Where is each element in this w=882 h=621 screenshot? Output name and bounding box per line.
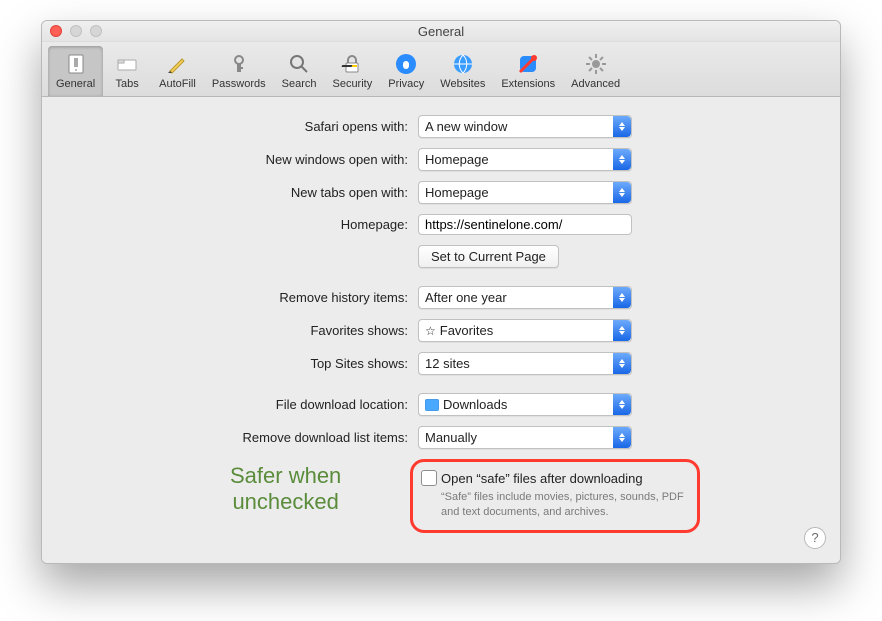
chevrons-icon — [613, 394, 631, 415]
tab-label: Privacy — [388, 78, 424, 90]
tab-label: Security — [332, 78, 372, 90]
privacy-icon — [390, 50, 422, 78]
open-safe-files-label: Open “safe” files after downloading — [441, 471, 643, 486]
preferences-window: General General Tabs AutoFill Passwords — [41, 20, 841, 564]
select-download-location[interactable]: Downloads — [418, 393, 632, 416]
tab-passwords[interactable]: Passwords — [204, 46, 274, 96]
security-icon — [336, 50, 368, 78]
set-current-page-button[interactable]: Set to Current Page — [418, 245, 559, 268]
select-remove-history[interactable]: After one year — [418, 286, 632, 309]
chevrons-icon — [613, 182, 631, 203]
window-title: General — [42, 24, 840, 39]
tab-privacy[interactable]: Privacy — [380, 46, 432, 96]
tab-label: Tabs — [116, 78, 139, 90]
select-safari-opens-with[interactable]: A new window — [418, 115, 632, 138]
annotation-text: Safer when unchecked — [230, 463, 341, 516]
label-new-windows: New windows open with: — [68, 152, 418, 167]
tab-autofill[interactable]: AutoFill — [151, 46, 204, 96]
tab-tabs[interactable]: Tabs — [103, 46, 151, 96]
select-new-tabs[interactable]: Homepage — [418, 181, 632, 204]
titlebar: General — [42, 21, 840, 42]
tab-extensions[interactable]: Extensions — [493, 46, 563, 96]
select-top-sites[interactable]: 12 sites — [418, 352, 632, 375]
general-icon — [60, 50, 92, 78]
label-new-tabs: New tabs open with: — [68, 185, 418, 200]
content-area: Safari opens with: A new window New wind… — [42, 97, 840, 563]
annotation-highlight-box: Open “safe” files after downloading “Saf… — [410, 459, 700, 533]
tab-label: AutoFill — [159, 78, 196, 90]
tab-label: Extensions — [501, 78, 555, 90]
extensions-icon — [512, 50, 544, 78]
select-remove-downloads[interactable]: Manually — [418, 426, 632, 449]
label-download-location: File download location: — [68, 397, 418, 412]
tab-label: General — [56, 78, 95, 90]
websites-icon — [447, 50, 479, 78]
chevrons-icon — [613, 116, 631, 137]
chevrons-icon — [613, 287, 631, 308]
search-icon — [283, 50, 315, 78]
chevrons-icon — [613, 353, 631, 374]
star-icon: ☆ — [425, 324, 436, 338]
tab-label: Websites — [440, 78, 485, 90]
tab-search[interactable]: Search — [274, 46, 325, 96]
chevrons-icon — [613, 427, 631, 448]
autofill-icon — [161, 50, 193, 78]
label-remove-history: Remove history items: — [68, 290, 418, 305]
label-top-sites: Top Sites shows: — [68, 356, 418, 371]
tab-security[interactable]: Security — [324, 46, 380, 96]
tab-label: Passwords — [212, 78, 266, 90]
label-remove-downloads: Remove download list items: — [68, 430, 418, 445]
label-homepage: Homepage: — [68, 217, 418, 232]
open-safe-files-description: “Safe” files include movies, pictures, s… — [441, 490, 685, 520]
open-safe-files-checkbox[interactable] — [421, 470, 437, 486]
tab-websites[interactable]: Websites — [432, 46, 493, 96]
advanced-icon — [580, 50, 612, 78]
label-safari-opens: Safari opens with: — [68, 119, 418, 134]
help-button[interactable]: ? — [804, 527, 826, 549]
tab-advanced[interactable]: Advanced — [563, 46, 628, 96]
select-new-windows[interactable]: Homepage — [418, 148, 632, 171]
passwords-icon — [223, 50, 255, 78]
tab-label: Search — [282, 78, 317, 90]
tabs-icon — [111, 50, 143, 78]
label-favorites: Favorites shows: — [68, 323, 418, 338]
tab-label: Advanced — [571, 78, 620, 90]
chevrons-icon — [613, 149, 631, 170]
chevrons-icon — [613, 320, 631, 341]
select-favorites[interactable]: ☆Favorites — [418, 319, 632, 342]
homepage-field[interactable] — [418, 214, 632, 235]
preferences-toolbar: General Tabs AutoFill Passwords Search — [42, 42, 840, 97]
folder-icon — [425, 399, 439, 411]
tab-general[interactable]: General — [48, 46, 103, 96]
